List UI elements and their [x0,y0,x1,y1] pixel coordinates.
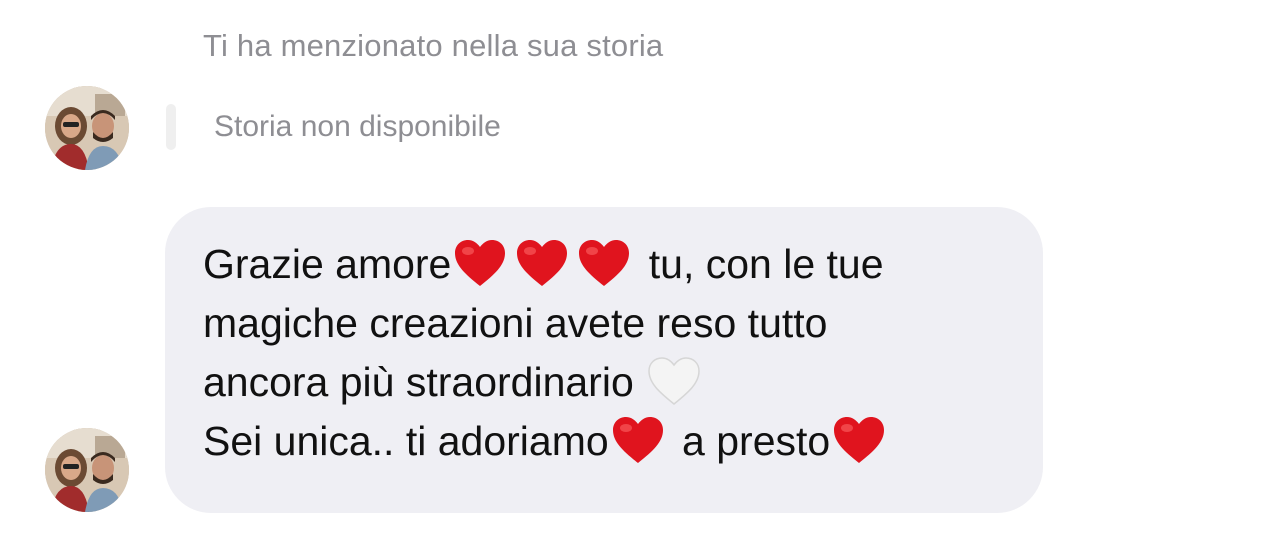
avatar-photo [45,428,129,512]
story-mention-caption: Ti ha menzionato nella sua storia [203,28,664,63]
red-heart-icon [577,238,631,288]
message-line-4: Sei unica.. ti adoriamo a presto [203,412,1013,471]
red-heart-icon [611,415,665,465]
contact-avatar[interactable] [45,86,129,170]
red-heart-icon [515,238,569,288]
story-unavailable-reply[interactable]: Storia non disponibile [166,103,501,151]
contact-avatar[interactable] [45,428,129,512]
message-text: ancora più straordinario [203,359,646,405]
message-text: a presto [670,418,831,464]
message-line-3: ancora più straordinario [203,353,1013,412]
message-text: Sei unica.. ti adoriamo [203,418,609,464]
message-bubble[interactable]: Grazie amore tu, con le tue magiche crea… [165,207,1043,513]
white-heart-icon [647,356,701,406]
message-text: tu, con le tue [637,241,884,287]
avatar-photo [45,86,129,170]
message-line-2: magiche creazioni avete reso tutto [203,300,828,346]
story-unavailable-label: Storia non disponibile [214,110,501,143]
red-heart-icon [453,238,507,288]
message-line-1: Grazie amore tu, con le tue [203,235,1013,294]
red-heart-icon [832,415,886,465]
quote-bar [166,104,176,150]
message-text: Grazie amore [203,241,452,287]
